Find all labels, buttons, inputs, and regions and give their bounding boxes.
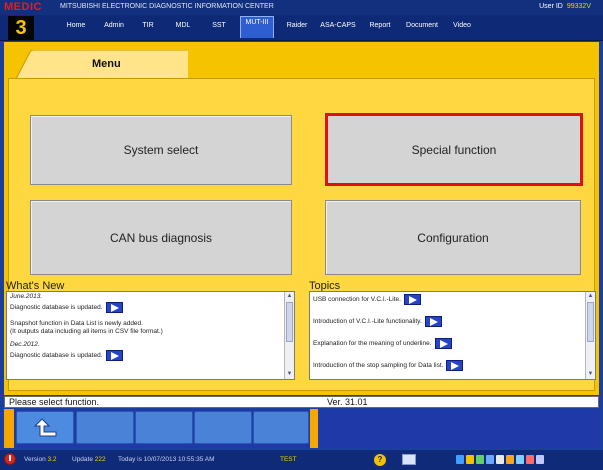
tray-network-icon[interactable]: [456, 455, 464, 464]
whats-new-item: Diagnostic database is updated.: [10, 301, 283, 315]
user-id-label: User ID: [539, 3, 563, 10]
nav-mut-iii[interactable]: MUT-III: [240, 16, 274, 38]
whats-new-item: (It outputs data including all items in …: [10, 328, 163, 335]
nav-mdl[interactable]: MDL: [168, 16, 198, 38]
medic-3-logo: 3: [8, 16, 34, 40]
scroll-down-icon[interactable]: ▼: [285, 370, 294, 379]
topics-list[interactable]: USB connection for V.C.I.-Lite. Introduc…: [309, 291, 596, 380]
title-bar: MEDIC MITSUBISHI ELECTRONIC DIAGNOSTIC I…: [0, 0, 603, 15]
topic-item: Explanation for the meaning of underline…: [313, 338, 584, 352]
right-arrow-icon[interactable]: [105, 349, 123, 361]
back-button[interactable]: [16, 411, 74, 444]
can-bus-diagnosis-button[interactable]: CAN bus diagnosis: [30, 200, 292, 275]
whats-new-scrollbar[interactable]: ▲ ▼: [284, 292, 294, 379]
nav-tir[interactable]: TIR: [134, 16, 162, 38]
footer-version-label: Version: [24, 456, 46, 463]
app-title: MITSUBISHI ELECTRONIC DIAGNOSTIC INFORMA…: [60, 3, 274, 10]
toolbar-cap: [310, 409, 318, 448]
scroll-up-icon[interactable]: ▲: [285, 292, 294, 301]
power-icon[interactable]: [4, 453, 16, 465]
medic-logo: MEDIC: [4, 1, 42, 13]
scroll-down-icon[interactable]: ▼: [586, 370, 595, 379]
back-arrow-icon: [33, 418, 57, 437]
configuration-button[interactable]: Configuration: [325, 200, 581, 275]
right-arrow-icon[interactable]: [446, 360, 464, 371]
menu-tab: Menu: [16, 50, 188, 80]
menu-tab-label: Menu: [92, 58, 121, 70]
scroll-thumb[interactable]: [587, 302, 594, 342]
topic-item: Introduction of the stop sampling for Da…: [313, 360, 584, 374]
right-arrow-icon[interactable]: [105, 301, 123, 313]
footer-update-label: Update: [72, 456, 93, 463]
topic-item: Introduction of V.C.I.-Lite functionalit…: [313, 316, 584, 330]
nav-document[interactable]: Document: [400, 16, 444, 38]
topic-item: USB connection for V.C.I.-Lite.: [313, 294, 584, 308]
right-arrow-icon[interactable]: [434, 338, 452, 349]
footer-today-value: 10/07/2013 10:55:35 AM: [143, 456, 215, 463]
status-bar: Please select function. Ver. 31.01: [4, 396, 599, 408]
footer-mode: TEST: [280, 456, 297, 463]
app-window: MEDIC MITSUBISHI ELECTRONIC DIAGNOSTIC I…: [0, 0, 603, 470]
tray-device-icon[interactable]: [486, 455, 494, 464]
right-arrow-icon[interactable]: [424, 316, 442, 327]
footer-update-value: 222: [94, 456, 106, 463]
tray-status-icon[interactable]: [476, 455, 484, 464]
topic-text: USB connection for V.C.I.-Lite.: [313, 296, 401, 304]
menu-panel: System select Special function CAN bus d…: [6, 78, 596, 391]
status-message: Please select function.: [9, 397, 100, 407]
function-slot-3[interactable]: [135, 411, 193, 444]
tray-sound-icon[interactable]: [496, 455, 504, 464]
main-content: Menu System select Special function CAN …: [4, 42, 599, 395]
topic-text: Introduction of V.C.I.-Lite functionalit…: [313, 318, 422, 326]
tray-battery-icon[interactable]: [506, 455, 514, 464]
footer-version-value: 3.2: [47, 456, 57, 463]
nav-asa-caps[interactable]: ASA-CAPS: [316, 16, 360, 38]
topic-text: Explanation for the meaning of underline…: [313, 340, 432, 348]
whats-new-item-text: Diagnostic database is updated.: [10, 352, 103, 359]
topics-lines: USB connection for V.C.I.-Lite. Introduc…: [313, 294, 584, 374]
nav-home[interactable]: Home: [58, 16, 94, 38]
system-select-button[interactable]: System select: [30, 115, 292, 185]
function-slot-5[interactable]: [253, 411, 309, 444]
footer-bar: Version 3.2 Update 222 Today is 10/07/20…: [0, 450, 603, 470]
whats-new-lines: June.2013. Diagnostic database is update…: [10, 293, 283, 363]
footer-today-label: Today is: [118, 456, 142, 463]
whats-new-date: June.2013.: [10, 293, 43, 300]
scroll-up-icon[interactable]: ▲: [586, 292, 595, 301]
topics-scrollbar[interactable]: ▲ ▼: [585, 292, 595, 379]
right-arrow-icon[interactable]: [403, 294, 421, 305]
toolbar-cap: [4, 409, 14, 448]
special-function-button[interactable]: Special function: [325, 113, 583, 186]
tray-usb-icon[interactable]: [516, 455, 524, 464]
footer-version: Version 3.2: [24, 456, 57, 463]
tray-warning-icon[interactable]: [466, 455, 474, 464]
nav-sst[interactable]: SST: [204, 16, 234, 38]
whats-new-item: Diagnostic database is updated.: [10, 349, 283, 363]
topic-text: Introduction of the stop sampling for Da…: [313, 362, 444, 370]
function-slot-2[interactable]: [76, 411, 134, 444]
whats-new-item-text: Diagnostic database is updated.: [10, 304, 103, 311]
tray-display-icon[interactable]: [536, 455, 544, 464]
system-tray: [456, 455, 566, 465]
version-label: Ver. 31.01: [327, 397, 368, 407]
tray-alert-icon[interactable]: [526, 455, 534, 464]
whats-new-list[interactable]: June.2013. Diagnostic database is update…: [6, 291, 295, 380]
user-id-display: User ID 99332V: [539, 3, 591, 10]
footer-today: Today is 10/07/2013 10:55:35 AM: [118, 456, 215, 463]
help-icon[interactable]: ?: [374, 454, 386, 466]
function-toolbar: [4, 409, 599, 448]
nav-video[interactable]: Video: [446, 16, 478, 38]
user-id-value: 99332V: [566, 3, 591, 10]
nav-admin[interactable]: Admin: [96, 16, 132, 38]
whats-new-date: Dec.2012.: [10, 341, 40, 348]
screen-icon[interactable]: [402, 454, 416, 465]
footer-update: Update 222: [72, 456, 106, 463]
function-slot-4[interactable]: [194, 411, 252, 444]
nav-raider[interactable]: Raider: [282, 16, 312, 38]
main-nav: Home Admin TIR MDL SST MUT-III Raider AS…: [0, 15, 603, 41]
whats-new-item: Snapshot function in Data List is newly …: [10, 320, 143, 327]
nav-report[interactable]: Report: [362, 16, 398, 38]
scroll-thumb[interactable]: [286, 302, 293, 342]
